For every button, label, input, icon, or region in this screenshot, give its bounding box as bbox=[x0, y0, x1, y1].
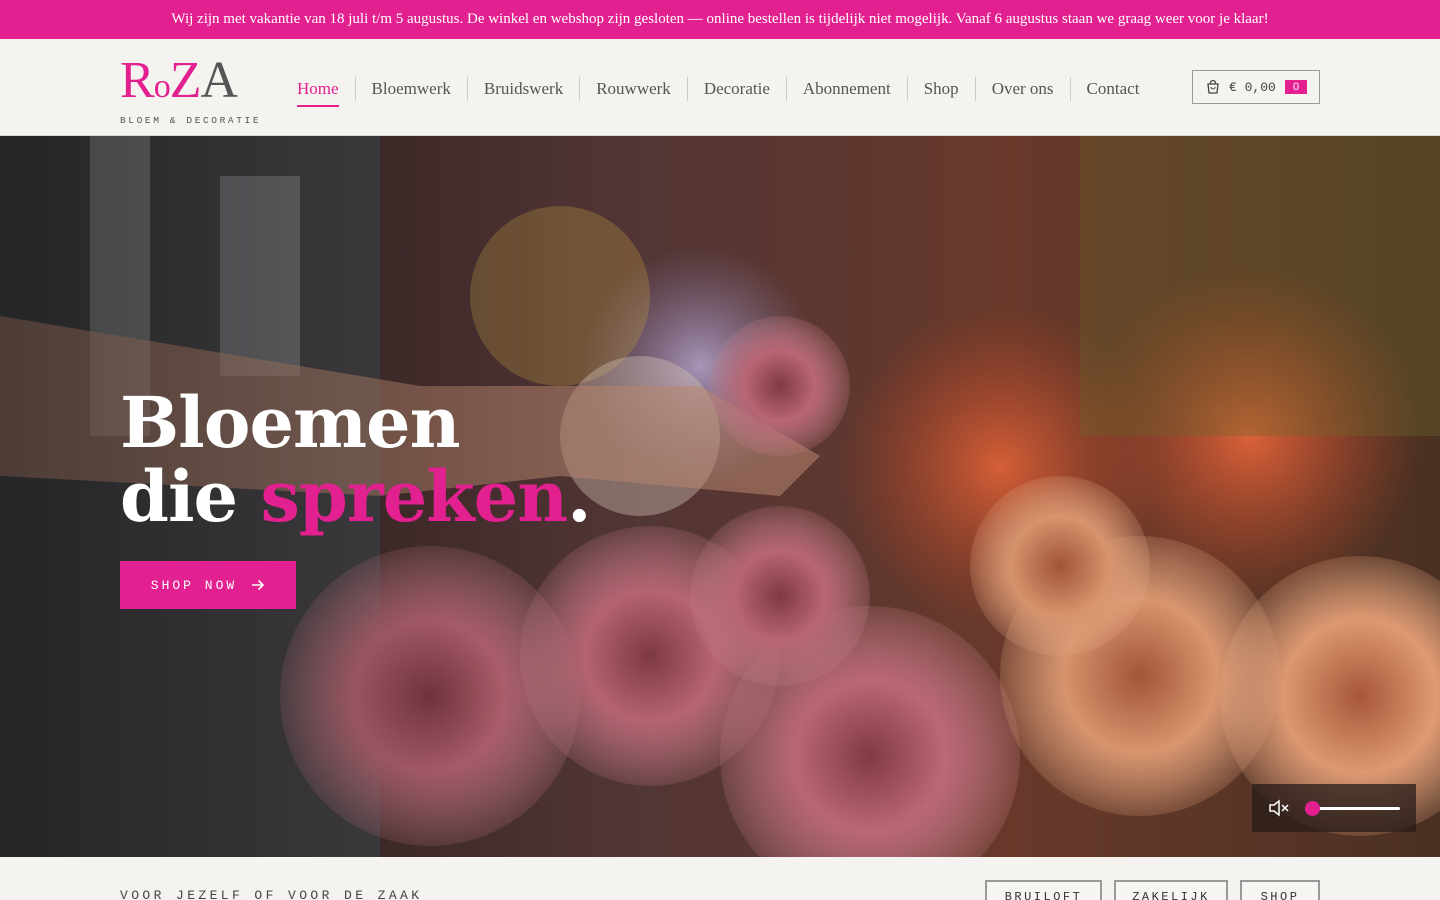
logo-wordmark: RoZA bbox=[120, 55, 270, 113]
section-tagline: VOOR JEZELF OF VOOR DE ZAAK bbox=[120, 888, 423, 900]
announcement-text: Wij zijn met vakantie van 18 juli t/m 5 … bbox=[171, 11, 1269, 27]
nav-item-home[interactable]: Home bbox=[297, 77, 355, 107]
nav-item-over-ons[interactable]: Over ons bbox=[974, 77, 1070, 101]
hero-title-accent: spreken bbox=[260, 455, 568, 538]
hero-video: Bloemen die spreken. SHOP NOW bbox=[0, 136, 1440, 857]
cart-count-badge: 0 bbox=[1285, 80, 1307, 94]
cart-total: € 0,00 bbox=[1229, 79, 1276, 95]
shopping-bag-icon bbox=[1207, 79, 1219, 94]
announcement-bar: Wij zijn met vakantie van 18 juli t/m 5 … bbox=[0, 0, 1440, 39]
pill-zakelijk-button[interactable]: ZAKELIJK bbox=[1114, 880, 1228, 900]
cart-button[interactable]: € 0,00 0 bbox=[1192, 70, 1320, 104]
shop-now-label: SHOP NOW bbox=[150, 577, 238, 593]
nav-item-bruidswerk[interactable]: Bruidswerk bbox=[466, 77, 579, 101]
hero-title-line1: Bloemen bbox=[120, 381, 460, 464]
logo[interactable]: RoZA BLOEM & DECORATIE bbox=[120, 55, 270, 127]
hero-title-prefix: die bbox=[120, 455, 261, 538]
nav-item-contact[interactable]: Contact bbox=[1069, 77, 1156, 101]
logo-letter-z: Z bbox=[169, 52, 202, 109]
speaker-muted-icon[interactable] bbox=[1268, 799, 1290, 817]
nav-item-bloemwerk[interactable]: Bloemwerk bbox=[354, 77, 467, 101]
nav-item-decoratie[interactable]: Decoratie bbox=[686, 77, 786, 101]
main-nav: Home Bloemwerk Bruidswerk Rouwwerk Decor… bbox=[297, 77, 1156, 107]
site-header: RoZA BLOEM & DECORATIE Home Bloemwerk Br… bbox=[0, 39, 1440, 136]
hero-title: Bloemen die spreken. bbox=[120, 386, 592, 534]
arrow-right-icon bbox=[252, 579, 265, 591]
nav-item-shop[interactable]: Shop bbox=[906, 77, 975, 101]
video-volume-control bbox=[1252, 784, 1416, 832]
logo-tagline: BLOEM & DECORATIE bbox=[120, 115, 262, 126]
volume-slider[interactable] bbox=[1305, 800, 1400, 816]
nav-item-rouwwerk[interactable]: Rouwwerk bbox=[579, 77, 687, 101]
intro-section: VOOR JEZELF OF VOOR DE ZAAK BRUILOFT ZAK… bbox=[0, 857, 1440, 900]
logo-letter-r: R bbox=[120, 52, 155, 109]
volume-slider-handle[interactable] bbox=[1305, 800, 1320, 816]
pill-bruiloft-button[interactable]: BRUILOFT bbox=[985, 880, 1102, 900]
logo-letter-o: o bbox=[153, 68, 171, 105]
logo-letter-a: A bbox=[200, 52, 238, 109]
pill-shop-button[interactable]: SHOP bbox=[1240, 880, 1320, 900]
shop-now-button[interactable]: SHOP NOW bbox=[120, 561, 296, 609]
hero-title-suffix: . bbox=[567, 455, 591, 538]
nav-item-abonnement[interactable]: Abonnement bbox=[785, 77, 907, 101]
